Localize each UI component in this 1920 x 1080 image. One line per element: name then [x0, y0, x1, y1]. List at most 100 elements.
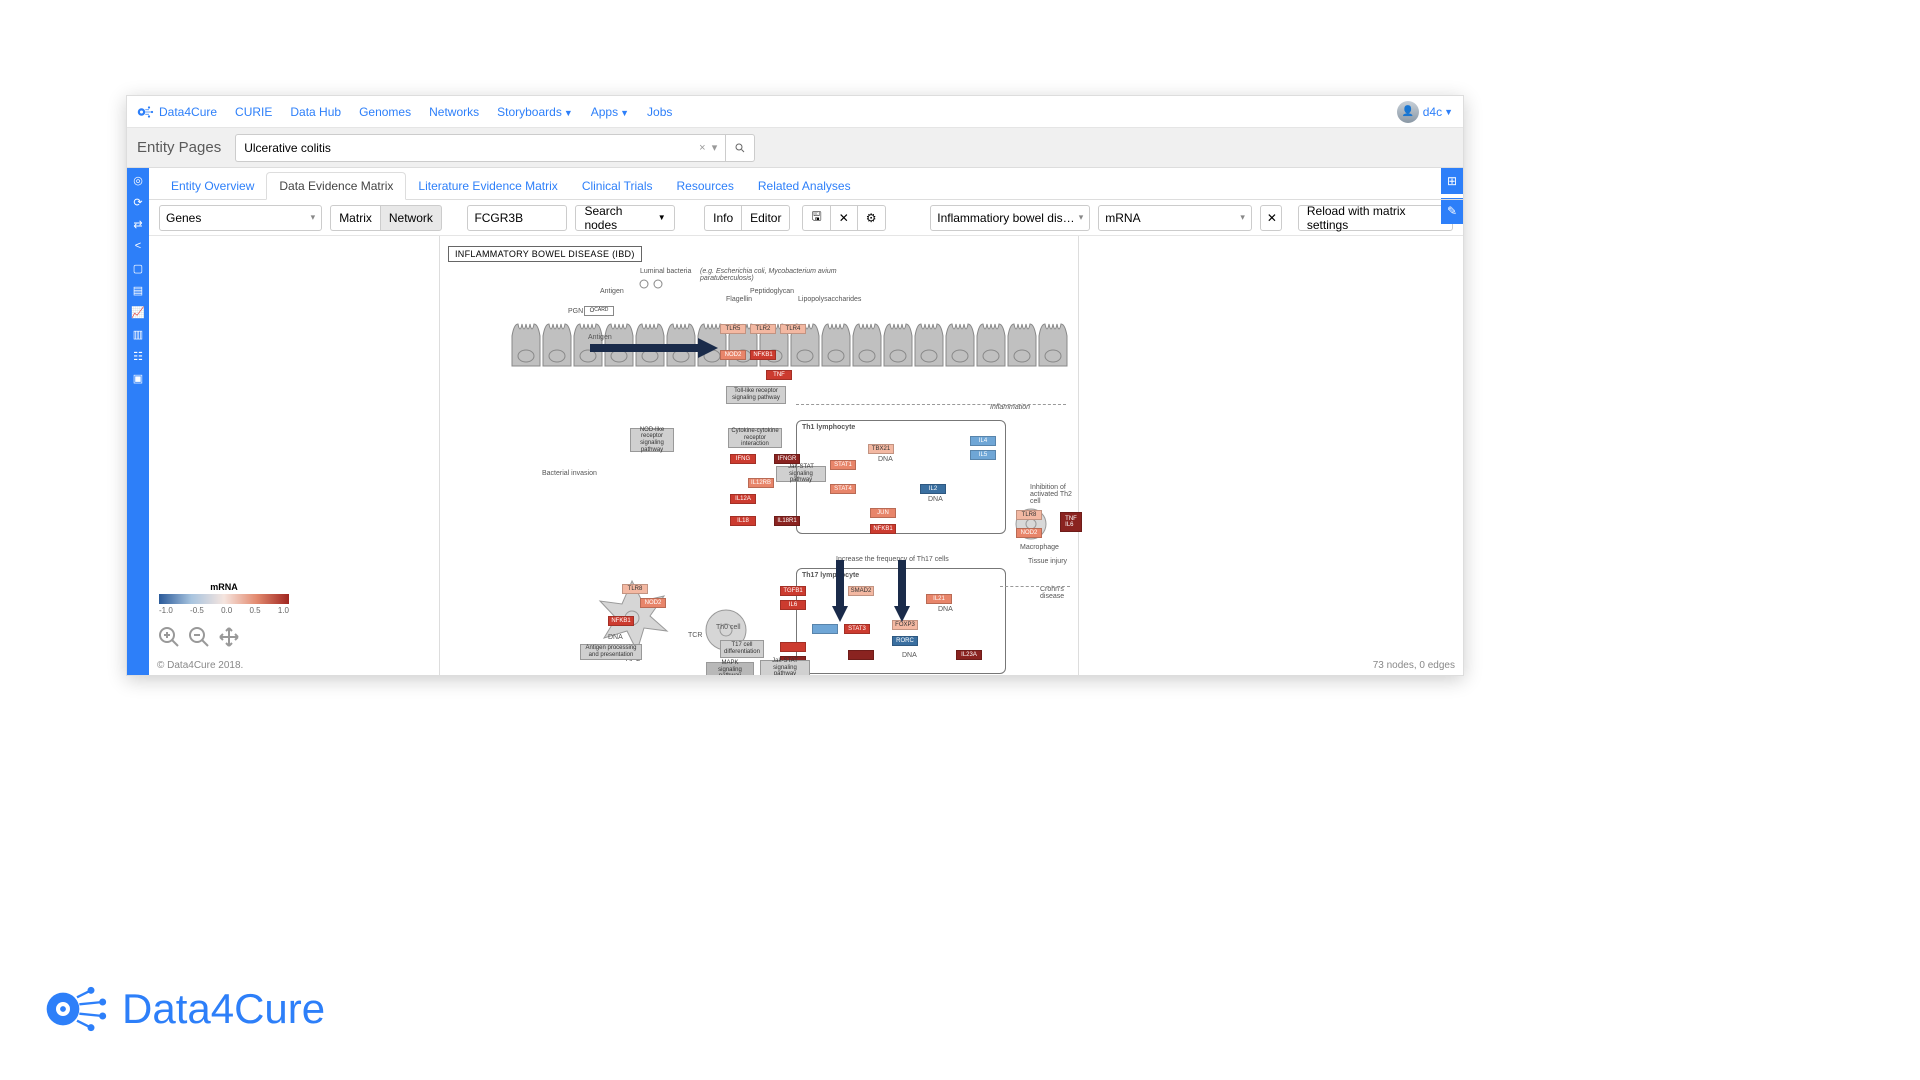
gene-il12a[interactable]: IL12A — [730, 494, 756, 504]
tab-related[interactable]: Related Analyses — [746, 173, 863, 199]
gene-il18r1[interactable]: IL18R1 — [774, 516, 800, 526]
gene-ifng[interactable]: IFNG — [730, 454, 756, 464]
reload-button[interactable]: Reload with matrix settings — [1298, 205, 1453, 231]
editor-button[interactable]: Editor — [741, 205, 790, 231]
save-icon-button[interactable]: 🖫 — [802, 205, 829, 231]
label-luminal: Luminal bacteria — [640, 268, 691, 275]
gene-tlr5[interactable]: TLR5 — [720, 324, 746, 334]
label-antigen: Antigen — [600, 288, 624, 295]
gene-il6-2[interactable]: IL6 — [780, 600, 806, 610]
tab-resources[interactable]: Resources — [665, 173, 746, 199]
gene-blue1[interactable] — [812, 624, 838, 634]
label-tissue: Tissue injury — [1028, 558, 1067, 565]
brand-text: Data4Cure — [159, 105, 217, 119]
gene-smad2[interactable]: SMAD2 — [848, 586, 874, 596]
sidenav-clipboard-icon[interactable]: ▣ — [130, 370, 146, 386]
matrix-button[interactable]: Matrix — [330, 205, 380, 231]
box-nlr[interactable]: NOD-like receptor signaling pathway — [630, 428, 674, 452]
gene-il5[interactable]: IL5 — [970, 450, 996, 460]
nav-storyboards[interactable]: Storyboards▼ — [497, 105, 573, 119]
clear-search-icon[interactable]: × ▾ — [699, 141, 717, 154]
sidenav-file-icon[interactable]: ▢ — [130, 260, 146, 276]
gene-nfkb1-2[interactable]: NFKB1 — [870, 524, 896, 534]
gene-nod2[interactable]: NOD2 — [720, 350, 746, 360]
gene-nod2-2[interactable]: NOD2 — [1016, 528, 1042, 538]
sidenav-list-icon[interactable]: ☷ — [130, 348, 146, 364]
gear-icon-button[interactable]: ⚙ — [857, 205, 886, 231]
gene-stat3[interactable]: STAT3 — [844, 624, 870, 634]
label-lps: Lipopolysaccharides — [798, 296, 861, 303]
pathway-select[interactable]: Inflammatiory bowel disea...▾ — [930, 205, 1090, 231]
box-tlr-pathway[interactable]: Toll-like receptor signaling pathway — [726, 386, 786, 404]
gene-tlr2[interactable]: TLR2 — [750, 324, 776, 334]
sidenav-refresh-icon[interactable]: ⟳ — [130, 194, 146, 210]
nav-curie[interactable]: CURIE — [235, 105, 272, 119]
gene-nod2-3[interactable]: NOD2 — [640, 598, 666, 608]
label-peptido: Peptidoglycan — [750, 288, 794, 295]
color-legend: mRNA -1.0 -0.5 0.0 0.5 1.0 — [159, 582, 289, 615]
node-search-input[interactable] — [467, 205, 567, 231]
sidenav-settings-icon[interactable]: ⇄ — [130, 216, 146, 232]
tab-data-evidence[interactable]: Data Evidence Matrix — [266, 172, 406, 200]
user-menu[interactable]: 👤 d4c▼ — [1397, 101, 1453, 123]
network-button[interactable]: Network — [380, 205, 442, 231]
entity-search-input[interactable]: Ulcerative colitis × ▾ — [235, 134, 725, 162]
box-cytokine[interactable]: Cytokine-cytokine receptor interaction — [728, 428, 782, 448]
gene-jun[interactable]: JUN — [870, 508, 896, 518]
label-pgn: PGN — [568, 308, 583, 315]
gene-tnf[interactable]: TNF — [766, 370, 792, 380]
sidenav-doc-icon[interactable]: ▤ — [130, 282, 146, 298]
gene-il23a[interactable]: IL23A — [956, 650, 982, 660]
datatype-select[interactable]: mRNA▾ — [1098, 205, 1252, 231]
close-icon-button[interactable]: ✕ — [830, 205, 857, 231]
gene-stat1[interactable]: STAT1 — [830, 460, 856, 470]
gene-stat4[interactable]: STAT4 — [830, 484, 856, 494]
sidenav-share-icon[interactable]: < — [130, 238, 146, 254]
zoom-out-button[interactable] — [185, 623, 213, 651]
gene-tlr4[interactable]: TLR4 — [780, 324, 806, 334]
nav-apps[interactable]: Apps▼ — [591, 105, 629, 119]
entity-search-button[interactable] — [725, 134, 755, 162]
entity-type-select[interactable]: Genes▾ — [159, 205, 322, 231]
tab-clinical[interactable]: Clinical Trials — [570, 173, 665, 199]
gene-r1[interactable] — [780, 642, 806, 652]
box-antigen-proc[interactable]: Antigen processing and presentation — [580, 644, 642, 660]
node-count-text: 73 nodes, 0 edges — [1373, 660, 1455, 671]
zoom-in-button[interactable] — [155, 623, 183, 651]
gene-il21[interactable]: IL21 — [926, 594, 952, 604]
pan-button[interactable] — [215, 623, 243, 651]
nav-networks[interactable]: Networks — [429, 105, 479, 119]
box-mapk[interactable]: MAPK signaling pathway — [706, 662, 754, 675]
gene-tlr8-2[interactable]: TLR8 — [622, 584, 648, 594]
sidenav-chart-icon[interactable]: 📈 — [130, 304, 146, 320]
clear-datatype-button[interactable]: ✕ — [1260, 205, 1282, 231]
gene-rorc[interactable]: RORC — [892, 636, 918, 646]
pathway-canvas[interactable]: INFLAMMATORY BOWEL DISEASE (IBD) Luminal… — [149, 236, 1463, 675]
gene-nfkb1[interactable]: NFKB1 — [750, 350, 776, 360]
tab-literature[interactable]: Literature Evidence Matrix — [406, 173, 569, 199]
box-jakstat2[interactable]: Jak-STAT signaling pathway — [760, 660, 810, 675]
nav-genomes[interactable]: Genomes — [359, 105, 411, 119]
search-nodes-button[interactable]: Search nodes ▼ — [575, 205, 674, 231]
sidenav-bars-icon[interactable]: ▥ — [130, 326, 146, 342]
gene-il4[interactable]: IL4 — [970, 436, 996, 446]
gene-il12rb[interactable]: IL12RB — [748, 478, 774, 488]
gene-tnf-il6[interactable]: TNFIL6 — [1060, 512, 1082, 532]
gene-nfkb1-3[interactable]: NFKB1 — [608, 616, 634, 626]
gene-il18[interactable]: IL18 — [730, 516, 756, 526]
gene-tgfb1[interactable]: TGFB1 — [780, 586, 806, 596]
brand-logo[interactable]: Data4Cure — [137, 103, 217, 121]
tab-overview[interactable]: Entity Overview — [159, 173, 266, 199]
nav-jobs[interactable]: Jobs — [647, 105, 672, 119]
box-t17diff[interactable]: T17 cell differentiation — [720, 640, 764, 658]
gene-tlr8[interactable]: TLR8 — [1016, 510, 1042, 520]
gene-d1[interactable] — [848, 650, 874, 660]
nav-datahub[interactable]: Data Hub — [290, 105, 341, 119]
gene-ifngr[interactable]: IFNGR — [774, 454, 800, 464]
arrow-big-3 — [892, 560, 912, 624]
sidenav-target-icon[interactable]: ◎ — [130, 172, 146, 188]
info-button[interactable]: Info — [704, 205, 741, 231]
edit-float-button[interactable]: ✎ — [1441, 198, 1463, 224]
gene-il2[interactable]: IL2 — [920, 484, 946, 494]
gene-tbx21[interactable]: TBX21 — [868, 444, 894, 454]
